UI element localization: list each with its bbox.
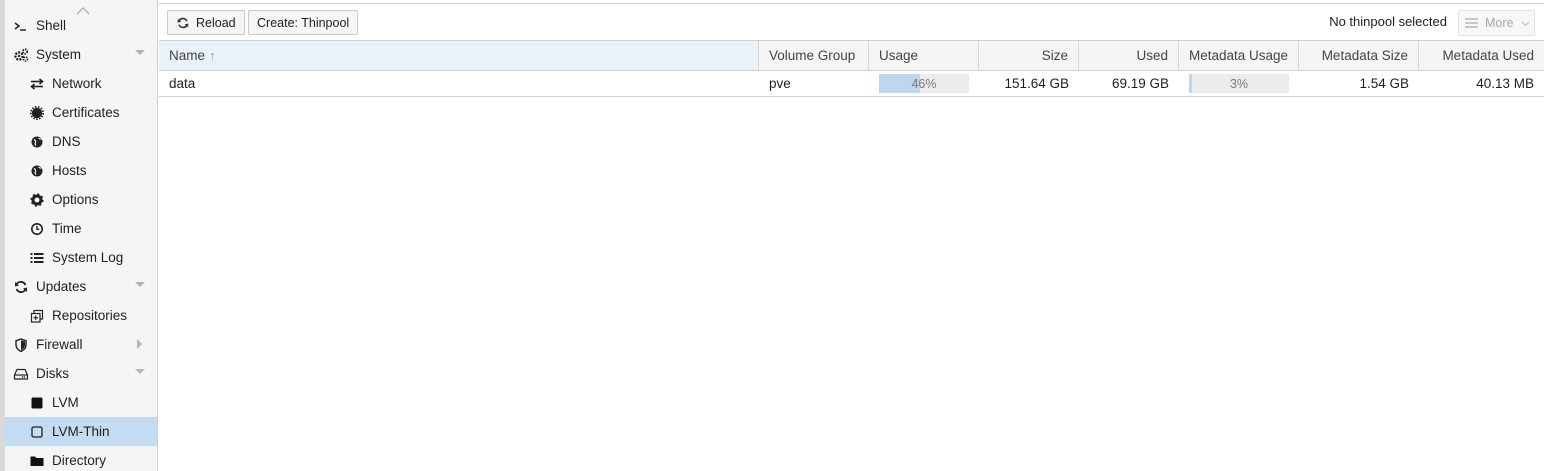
list-icon bbox=[29, 250, 45, 266]
usage-percent-text: 46% bbox=[911, 76, 937, 91]
nav-item-certificates[interactable]: Certificates bbox=[5, 98, 157, 127]
sort-ascending-icon: ↑ bbox=[209, 48, 216, 63]
hamburger-menu-icon bbox=[1465, 17, 1479, 29]
column-header-size[interactable]: Size bbox=[979, 41, 1079, 70]
toolbar: Reload Create: Thinpool No thinpool sele… bbox=[159, 3, 1544, 40]
exchange-icon bbox=[29, 76, 45, 92]
clock-icon bbox=[29, 221, 45, 237]
nav-item-label: Time bbox=[52, 221, 82, 236]
nav-item-lvm[interactable]: LVM bbox=[5, 388, 157, 417]
column-header-label: Volume Group bbox=[769, 48, 856, 63]
column-header-metadata-size[interactable]: Metadata Size bbox=[1299, 41, 1419, 70]
cell-name: data bbox=[169, 76, 196, 91]
nav-item-lvm-thin[interactable]: LVM-Thin bbox=[5, 417, 157, 446]
cell-size: 151.64 GB bbox=[1004, 76, 1069, 91]
nav-item-label: Directory bbox=[52, 453, 107, 468]
nav-item-system[interactable]: System bbox=[5, 40, 157, 69]
metadata-usage-progress-bar: 3% bbox=[1189, 74, 1289, 93]
nav-item-system-log[interactable]: System Log bbox=[5, 243, 157, 272]
nav-item-hosts[interactable]: Hosts bbox=[5, 156, 157, 185]
more-menu-label: More bbox=[1485, 16, 1514, 30]
expand-caret-icon[interactable] bbox=[135, 50, 145, 55]
gear-icon bbox=[29, 192, 45, 208]
grid-header: Name ↑ Volume Group Usage Size Used Meta… bbox=[159, 40, 1544, 71]
cell-metadata-size: 1.54 GB bbox=[1359, 76, 1409, 91]
refresh-icon bbox=[13, 279, 29, 295]
column-header-name[interactable]: Name ↑ bbox=[159, 41, 759, 70]
nav-item-label: System bbox=[36, 47, 82, 62]
nav-item-firewall[interactable]: Firewall bbox=[5, 330, 157, 359]
shield-icon bbox=[13, 337, 29, 353]
globe-icon bbox=[29, 163, 45, 179]
nav-item-label: LVM bbox=[52, 395, 79, 410]
nav-item-label: Network bbox=[52, 76, 102, 91]
chevron-down-icon bbox=[1521, 16, 1530, 30]
column-header-metadata-used[interactable]: Metadata Used bbox=[1419, 41, 1544, 70]
nav-item-dns[interactable]: DNS bbox=[5, 127, 157, 156]
create-thinpool-button[interactable]: Create: Thinpool bbox=[248, 10, 359, 35]
cell-used: 69.19 GB bbox=[1111, 76, 1169, 91]
nav-item-label: Certificates bbox=[52, 105, 120, 120]
cell-volume-group: pve bbox=[769, 76, 791, 91]
column-header-label: Used bbox=[1136, 48, 1168, 63]
nav-item-label: DNS bbox=[52, 134, 81, 149]
terminal-icon bbox=[13, 18, 29, 34]
square-filled-icon bbox=[29, 395, 45, 411]
metadata-usage-percent-text: 3% bbox=[1229, 76, 1249, 91]
column-header-label: Metadata Used bbox=[1442, 48, 1534, 63]
column-header-metadata-usage[interactable]: Metadata Usage bbox=[1179, 41, 1299, 70]
nav-item-time[interactable]: Time bbox=[5, 214, 157, 243]
nav-item-label: Disks bbox=[36, 366, 69, 381]
reload-button[interactable]: Reload bbox=[167, 10, 245, 35]
nav-item-label: Hosts bbox=[52, 163, 87, 178]
cogs-icon bbox=[13, 47, 29, 63]
sidebar-navigation: Shell System Network Certificates DNS Ho… bbox=[5, 0, 158, 471]
expand-caret-icon[interactable] bbox=[135, 282, 145, 287]
repositories-icon bbox=[29, 308, 45, 324]
column-header-label: Name bbox=[169, 48, 206, 63]
main-panel: Reload Create: Thinpool No thinpool sele… bbox=[159, 0, 1544, 471]
expand-caret-icon[interactable] bbox=[135, 369, 145, 374]
refresh-icon bbox=[176, 16, 190, 30]
nav-item-label: LVM-Thin bbox=[52, 424, 110, 439]
column-header-label: Metadata Usage bbox=[1189, 48, 1289, 63]
column-header-label: Metadata Size bbox=[1321, 48, 1408, 63]
reload-button-label: Reload bbox=[196, 15, 236, 30]
table-row[interactable]: data pve 46% 151.64 GB 69.19 GB 3% 1.54 … bbox=[159, 71, 1544, 97]
create-thinpool-button-label: Create: Thinpool bbox=[257, 15, 350, 30]
nav-item-disks[interactable]: Disks bbox=[5, 359, 157, 388]
cell-metadata-used: 40.13 MB bbox=[1476, 76, 1534, 91]
nav-item-label: System Log bbox=[52, 250, 124, 265]
nav-item-updates[interactable]: Updates bbox=[5, 272, 157, 301]
nav-item-label: Options bbox=[52, 192, 99, 207]
nav-item-shell[interactable]: Shell bbox=[5, 11, 157, 40]
column-header-usage[interactable]: Usage bbox=[869, 41, 979, 70]
nav-item-label: Repositories bbox=[52, 308, 128, 323]
nav-item-repositories[interactable]: Repositories bbox=[5, 301, 157, 330]
hdd-icon bbox=[13, 366, 29, 382]
square-outline-icon bbox=[29, 424, 45, 440]
nav-item-label: Shell bbox=[36, 18, 67, 33]
nav-item-directory[interactable]: Directory bbox=[5, 446, 157, 471]
column-header-label: Size bbox=[1041, 48, 1068, 63]
collapse-caret-icon[interactable] bbox=[137, 339, 142, 349]
usage-progress-bar: 46% bbox=[879, 74, 969, 93]
nav-item-options[interactable]: Options bbox=[5, 185, 157, 214]
certificate-icon bbox=[29, 105, 45, 121]
column-header-label: Usage bbox=[879, 48, 919, 63]
column-header-used[interactable]: Used bbox=[1079, 41, 1179, 70]
nav-item-label: Updates bbox=[36, 279, 87, 294]
globe-icon bbox=[29, 134, 45, 150]
nav-item-label: Firewall bbox=[36, 337, 83, 352]
folder-icon bbox=[29, 453, 45, 469]
nav-item-network[interactable]: Network bbox=[5, 69, 157, 98]
selection-status-text: No thinpool selected bbox=[1329, 14, 1447, 29]
column-header-volume-group[interactable]: Volume Group bbox=[759, 41, 869, 70]
more-menu-button[interactable]: More bbox=[1458, 10, 1535, 36]
